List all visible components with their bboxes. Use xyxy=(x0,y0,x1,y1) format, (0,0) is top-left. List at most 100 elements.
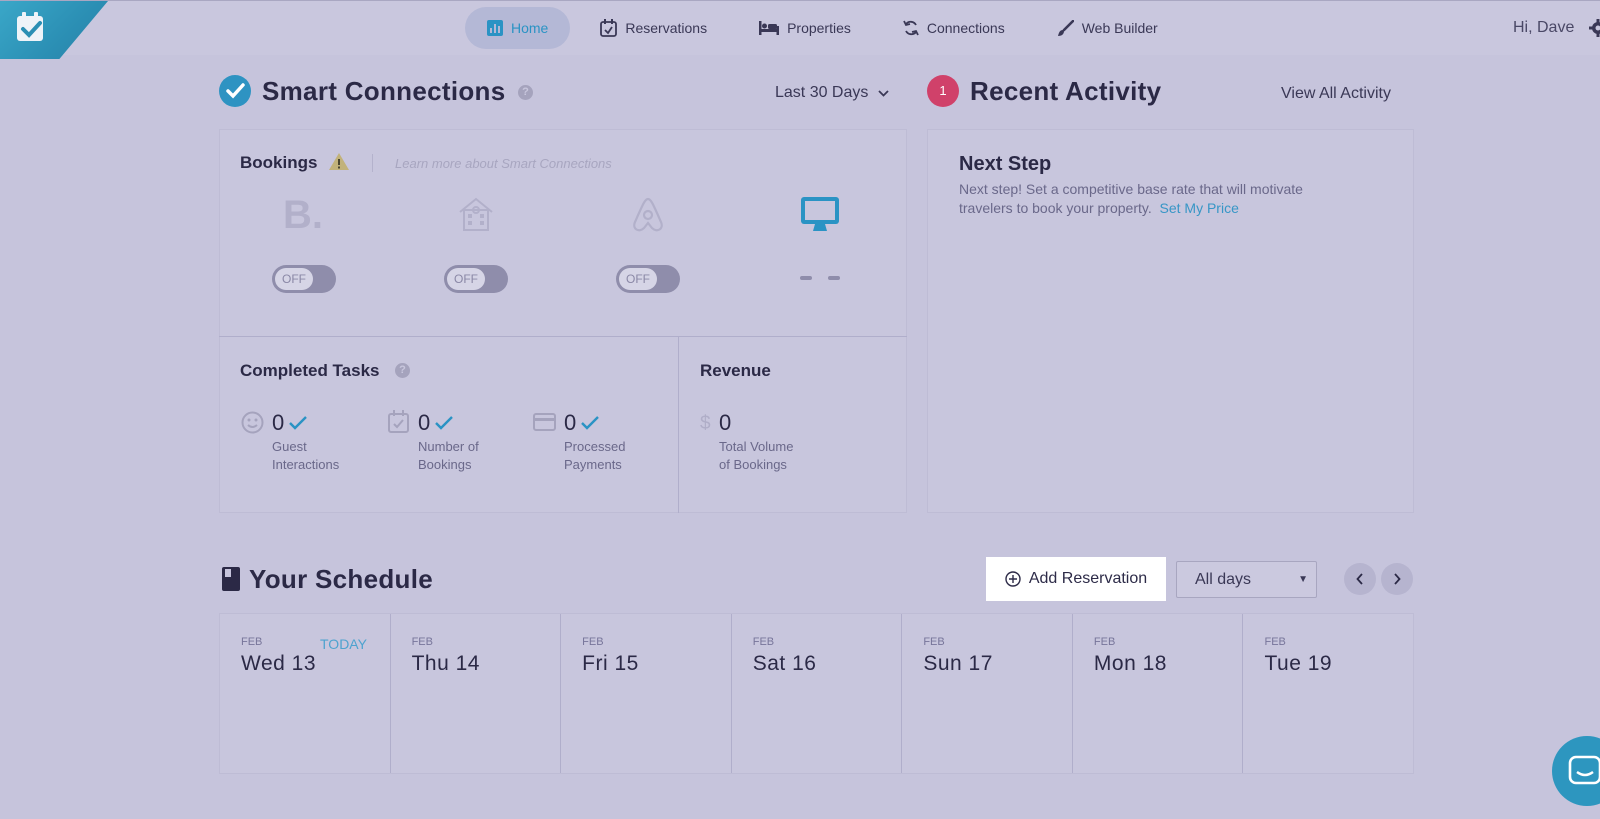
nav-connections-label: Connections xyxy=(926,20,1005,36)
nav-home-label: Home xyxy=(511,20,549,36)
day-cell[interactable]: FEB Sat 16 xyxy=(732,614,903,773)
processed-payments-label: Processed Payments xyxy=(564,439,626,472)
day-cell[interactable]: FEB TODAY Wed 13 xyxy=(220,614,391,773)
divider xyxy=(372,154,373,172)
top-nav-bar: Home Reservations Properties Connections… xyxy=(0,0,1600,59)
warning-icon[interactable] xyxy=(328,152,350,171)
guest-interactions-label: Guest Interactions xyxy=(272,439,340,472)
website-status-placeholder xyxy=(800,276,856,280)
toggle-label: OFF xyxy=(275,268,313,290)
nav-connections[interactable]: Connections xyxy=(881,7,1027,49)
date-range-label: Last 30 Days xyxy=(775,84,869,101)
help-icon[interactable]: ? xyxy=(395,363,410,378)
nav-web-builder-label: Web Builder xyxy=(1081,20,1158,36)
today-label: TODAY xyxy=(320,636,367,652)
revenue-label: Revenue xyxy=(700,361,771,380)
dollar-icon: $ xyxy=(700,413,711,434)
activity-count-badge: 1 xyxy=(927,75,959,107)
calendar-check-icon xyxy=(388,410,409,433)
day-date: Thu 14 xyxy=(411,652,480,675)
chevron-down-icon xyxy=(878,89,890,97)
day-date: Sat 16 xyxy=(752,652,817,675)
toggle-label: OFF xyxy=(619,268,657,290)
day-month: FEB xyxy=(1093,636,1116,648)
recent-activity-title: Recent Activity xyxy=(970,76,1162,106)
day-month: FEB xyxy=(1264,636,1286,648)
caret-down-icon: ▼ xyxy=(1298,574,1308,585)
book-icon xyxy=(222,567,240,591)
day-month: FEB xyxy=(752,636,775,648)
days-filter-value: All days xyxy=(1195,571,1252,588)
day-date: Wed 13 xyxy=(241,652,316,675)
svg-text:B.: B. xyxy=(283,196,323,232)
day-cell[interactable]: FEB Thu 14 xyxy=(391,614,562,773)
homeaway-toggle[interactable]: OFF xyxy=(444,265,508,293)
number-of-bookings-label: Number of Bookings xyxy=(418,439,479,472)
processed-payments-count: 0 xyxy=(564,410,600,436)
gear-icon[interactable] xyxy=(1588,18,1600,38)
chevron-right-icon xyxy=(1394,573,1401,585)
check-icon xyxy=(581,416,600,430)
chevron-left-icon xyxy=(1356,573,1363,585)
revenue-value: 0 xyxy=(719,410,732,435)
completed-tasks-label: Completed Tasks xyxy=(240,361,380,380)
app-logo[interactable] xyxy=(0,1,108,59)
brush-icon xyxy=(1057,19,1074,36)
day-cell[interactable]: FEB Mon 18 xyxy=(1073,614,1244,773)
smart-connections-logo-icon xyxy=(219,75,251,107)
your-schedule-title: Your Schedule xyxy=(249,564,434,594)
bed-icon xyxy=(759,21,780,35)
plus-circle-icon xyxy=(1005,571,1021,587)
airbnb-toggle[interactable]: OFF xyxy=(616,265,680,293)
number-of-bookings-count: 0 xyxy=(418,410,454,436)
bookings-label: Bookings xyxy=(240,153,318,172)
check-icon xyxy=(289,416,308,430)
check-icon xyxy=(435,416,454,430)
next-step-title: Next Step xyxy=(959,153,1052,175)
nav-reservations[interactable]: Reservations xyxy=(578,7,729,49)
day-month: FEB xyxy=(241,636,263,648)
nav-web-builder[interactable]: Web Builder xyxy=(1035,7,1180,49)
booking-com-toggle[interactable]: OFF xyxy=(272,265,336,293)
set-my-price-link[interactable]: Set My Price xyxy=(1160,200,1239,216)
website-monitor-icon xyxy=(801,197,839,231)
main-nav: Home Reservations Properties Connections… xyxy=(465,7,1188,49)
day-date: Sun 17 xyxy=(923,652,993,675)
smart-connections-title: Smart Connections xyxy=(262,76,506,106)
day-cell[interactable]: FEB Fri 15 xyxy=(561,614,732,773)
calendar-check-logo-icon xyxy=(17,12,43,41)
credit-card-icon xyxy=(533,413,556,431)
day-month: FEB xyxy=(582,636,604,648)
add-reservation-label: Add Reservation xyxy=(1028,570,1148,587)
booking-com-icon: B. xyxy=(283,196,323,232)
user-greeting[interactable]: Hi, Dave xyxy=(1513,19,1574,37)
divider xyxy=(678,337,679,513)
day-cell[interactable]: FEB Sun 17 xyxy=(902,614,1073,773)
day-date: Tue 19 xyxy=(1264,652,1333,675)
nav-properties-label: Properties xyxy=(787,20,851,36)
previous-week-button[interactable] xyxy=(1344,563,1376,595)
day-cell[interactable]: FEB Tue 19 xyxy=(1243,614,1413,773)
homeaway-icon xyxy=(459,197,493,231)
chat-icon xyxy=(1568,755,1600,785)
nav-home[interactable]: Home xyxy=(465,7,571,49)
view-all-activity-link[interactable]: View All Activity xyxy=(1281,85,1391,103)
days-filter-select[interactable]: All days ▼ xyxy=(1176,561,1317,598)
chat-widget-button[interactable] xyxy=(1552,736,1600,806)
help-icon[interactable]: ? xyxy=(518,85,533,100)
guest-interactions-count: 0 xyxy=(272,410,308,436)
day-month: FEB xyxy=(411,636,433,648)
smiley-icon xyxy=(241,411,264,434)
toggle-label: OFF xyxy=(447,268,485,290)
bar-chart-icon xyxy=(487,20,503,36)
next-week-button[interactable] xyxy=(1381,563,1413,595)
divider xyxy=(219,336,907,337)
nav-properties[interactable]: Properties xyxy=(737,7,873,49)
learn-more-link[interactable]: Learn more about Smart Connections xyxy=(395,156,612,171)
nav-reservations-label: Reservations xyxy=(625,20,708,36)
day-date: Mon 18 xyxy=(1093,652,1167,675)
sync-icon xyxy=(903,20,919,36)
date-range-dropdown[interactable]: Last 30 Days xyxy=(775,84,890,102)
add-reservation-button[interactable]: Add Reservation xyxy=(986,557,1166,601)
day-month: FEB xyxy=(923,636,945,648)
